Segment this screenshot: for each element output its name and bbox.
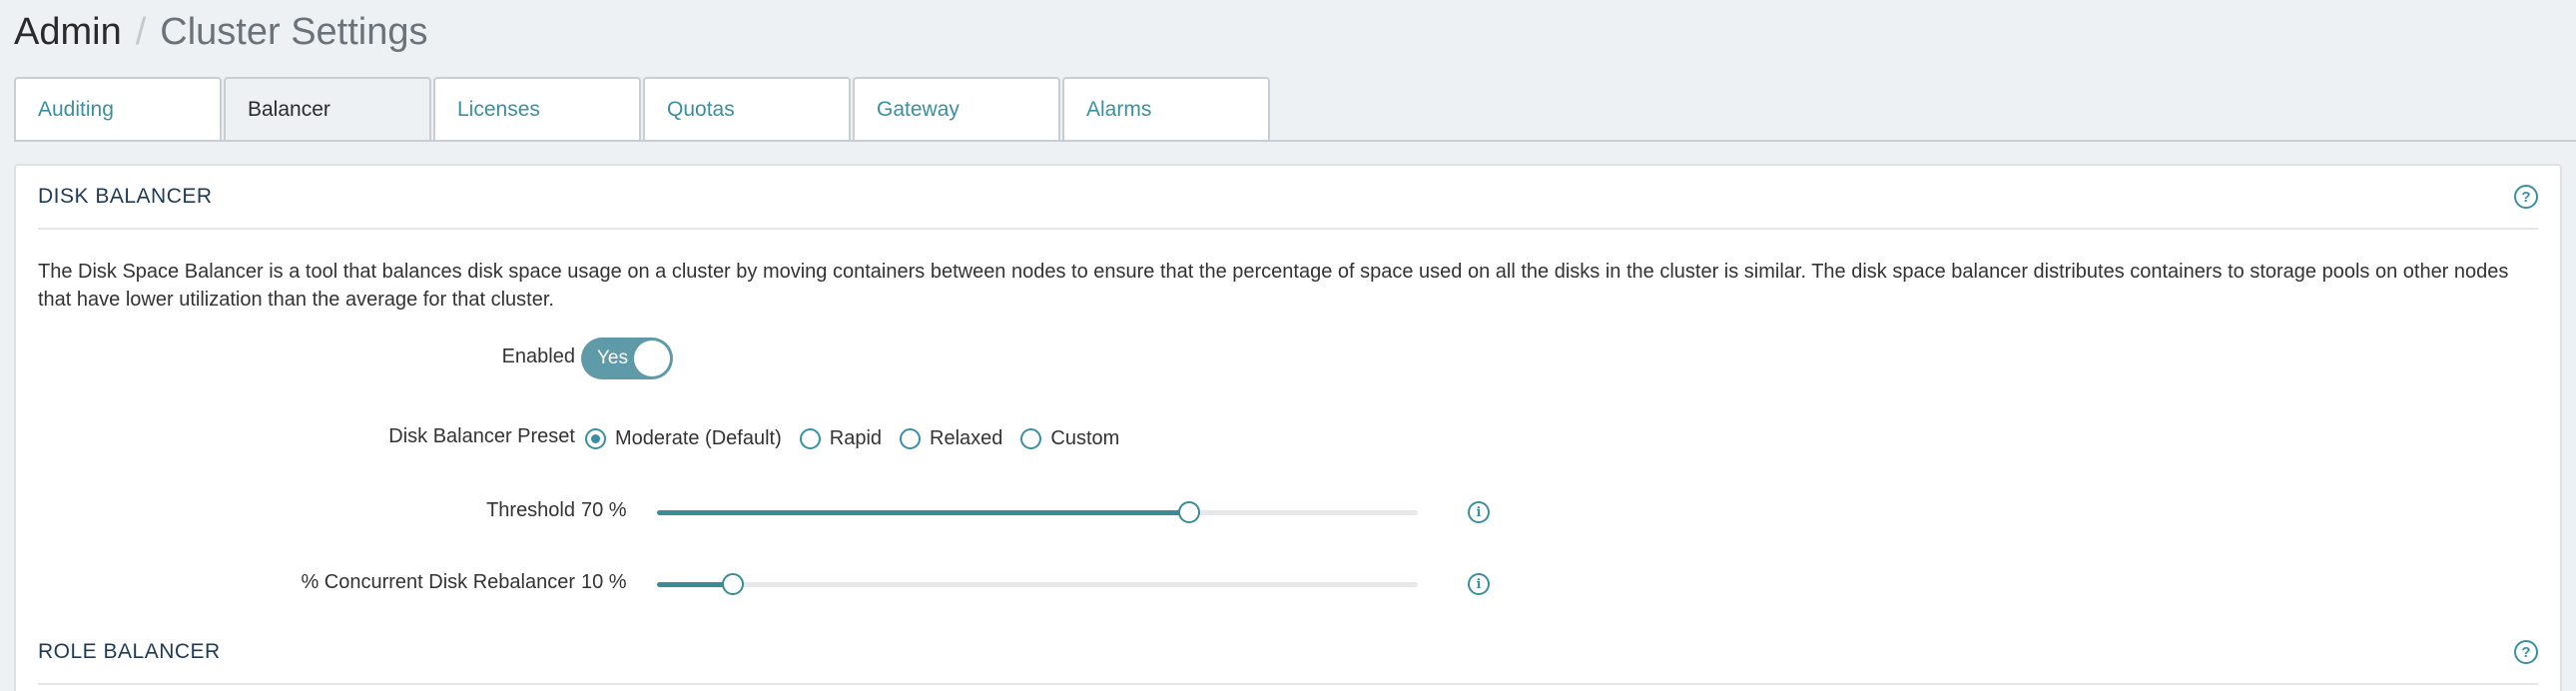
page-title: Cluster Settings	[160, 11, 428, 53]
breadcrumb-separator: /	[135, 11, 147, 53]
tab-alarms[interactable]: Alarms	[1062, 77, 1270, 141]
radio-checked-icon	[585, 427, 606, 449]
preset-relaxed-label: Relaxed	[930, 426, 1003, 449]
preset-label: Disk Balancer Preset	[388, 425, 575, 447]
question-circle-icon[interactable]: ?	[2514, 185, 2538, 209]
enabled-toggle[interactable]: Yes	[581, 338, 673, 379]
role-balancer-header: ROLE BALANCER ?	[38, 621, 2538, 685]
concurrent-value: 10 %	[581, 571, 627, 593]
toggle-knob	[634, 341, 670, 376]
preset-custom[interactable]: Custom	[1020, 427, 1119, 450]
preset-radio-group: Moderate (Default) Rapid Relaxed Custom	[585, 423, 1137, 453]
tab-auditing[interactable]: Auditing	[14, 77, 222, 141]
tab-quotas[interactable]: Quotas	[643, 77, 851, 141]
radio-unchecked-icon	[1020, 427, 1042, 449]
threshold-label: Threshold	[486, 499, 575, 521]
cluster-settings-page: Admin / Cluster Settings Auditing Balanc…	[0, 0, 2576, 691]
radio-unchecked-icon	[900, 427, 922, 449]
tab-divider	[14, 140, 2576, 142]
preset-moderate-label: Moderate (Default)	[615, 426, 782, 449]
question-circle-icon[interactable]: ?	[2514, 640, 2538, 664]
breadcrumb-admin[interactable]: Admin	[14, 6, 122, 58]
tab-gateway[interactable]: Gateway	[853, 77, 1060, 141]
concurrent-slider-thumb[interactable]	[722, 573, 745, 595]
radio-unchecked-icon	[799, 427, 821, 449]
preset-rapid[interactable]: Rapid	[799, 426, 883, 450]
threshold-value: 70 %	[581, 499, 627, 521]
tab-bar: Auditing Balancer Licenses Quotas Gatewa…	[14, 77, 1270, 141]
threshold-slider-fill	[657, 510, 1190, 515]
role-balancer-title: ROLE BALANCER	[38, 640, 221, 663]
info-circle-icon[interactable]: i	[1468, 573, 1490, 595]
info-circle-icon[interactable]: i	[1468, 501, 1490, 523]
preset-relaxed[interactable]: Relaxed	[900, 427, 1002, 450]
balancer-panel: DISK BALANCER ? The Disk Space Balancer …	[14, 164, 2562, 691]
threshold-slider-thumb[interactable]	[1178, 501, 1201, 523]
preset-moderate[interactable]: Moderate (Default)	[585, 427, 782, 450]
threshold-slider[interactable]	[657, 501, 1418, 523]
enabled-toggle-text: Yes	[597, 347, 628, 368]
enabled-label: Enabled	[501, 346, 575, 367]
concurrent-label: % Concurrent Disk Rebalancer	[301, 571, 575, 593]
breadcrumb: Admin / Cluster Settings	[14, 6, 428, 58]
preset-rapid-label: Rapid	[829, 426, 883, 449]
disk-balancer-title: DISK BALANCER	[38, 185, 213, 208]
concurrent-slider[interactable]	[657, 573, 1418, 595]
disk-balancer-header: DISK BALANCER ?	[38, 166, 2538, 230]
tab-balancer[interactable]: Balancer	[224, 77, 431, 141]
tab-licenses[interactable]: Licenses	[433, 77, 641, 141]
disk-balancer-description: The Disk Space Balancer is a tool that b…	[38, 261, 2509, 311]
preset-custom-label: Custom	[1050, 426, 1120, 449]
